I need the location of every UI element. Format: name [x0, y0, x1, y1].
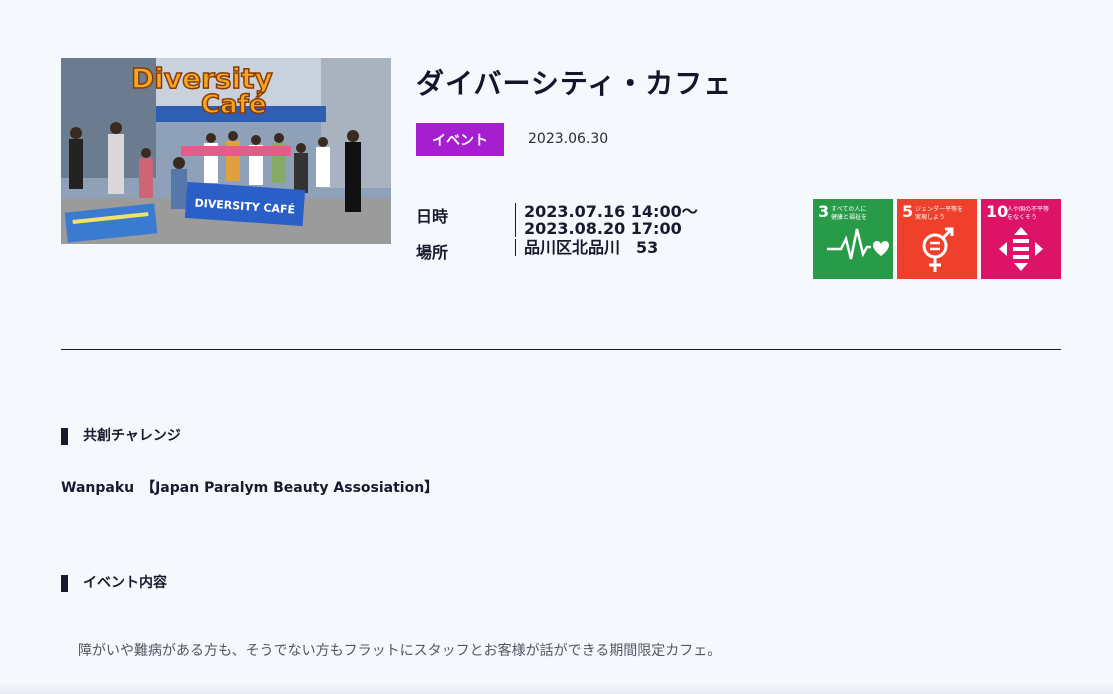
datetime-line-1: 2023.07.16 14:00〜 — [524, 202, 698, 221]
event-content-heading: イベント内容 — [61, 575, 167, 592]
section-divider — [61, 349, 1061, 350]
footer-shadow — [0, 682, 1113, 694]
event-photo-illustration: DIVERSITY CAFÉ Diversity Café — [61, 58, 391, 244]
event-photo: DIVERSITY CAFÉ Diversity Café — [61, 58, 391, 244]
location-value: 品川区北品川 53 — [515, 239, 658, 256]
event-description: 障がいや難病がある方も、そうでない方もフラットにスタッフとお客様が話ができる期間… — [78, 643, 722, 659]
sdg-3-icon: 3 すべての人に 健康と福祉を — [813, 199, 893, 279]
datetime-label: 日時 — [416, 207, 449, 226]
category-badge[interactable]: イベント — [416, 123, 504, 156]
posted-date: 2023.06.30 — [528, 131, 609, 147]
heartbeat-icon — [827, 228, 889, 260]
challenge-text: Wanpaku 【Japan Paralym Beauty Assosiatio… — [61, 480, 439, 496]
challenge-heading: 共創チャレンジ — [61, 428, 181, 445]
logo-line-2: Café — [201, 90, 267, 120]
datetime-line-2: 2023.08.20 17:00 — [524, 219, 682, 238]
reduced-inequalities-icon — [999, 227, 1043, 271]
location-label: 場所 — [416, 243, 449, 262]
gender-equality-icon — [922, 227, 954, 272]
sdg-5-icon: 5 ジェンダー平等を 実現しよう — [897, 199, 977, 279]
datetime-value: 2023.07.16 14:00〜 2023.08.20 17:00 — [515, 203, 698, 237]
page-title: ダイバーシティ・カフェ — [416, 67, 733, 100]
sdg-10-icon: 10 人や国の不平等 をなくそう — [981, 199, 1061, 279]
